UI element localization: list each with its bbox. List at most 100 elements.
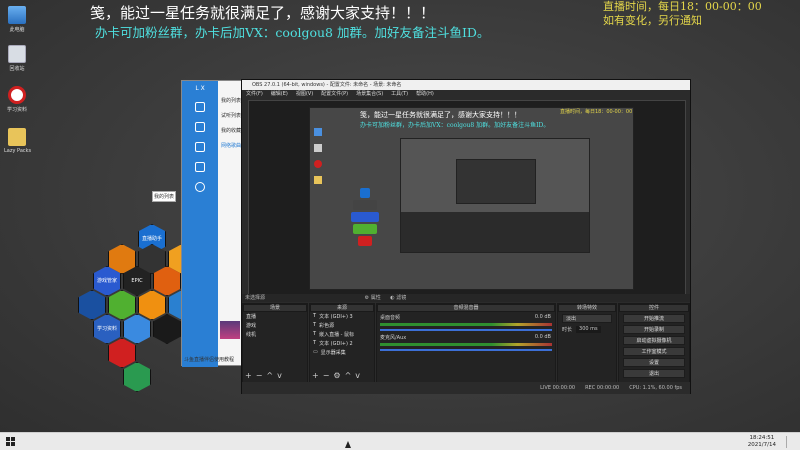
text-source-icon: T bbox=[313, 322, 317, 328]
desktop-icon-study[interactable]: 学习资料 bbox=[4, 86, 30, 113]
desktop-icon-label: 学习资料 bbox=[6, 107, 27, 113]
transition-duration: 时长 300 ms bbox=[558, 325, 616, 334]
list-item[interactable]: 试听列表 bbox=[218, 108, 242, 123]
menu-item-scene-collection[interactable]: 场景集合(S) bbox=[356, 90, 383, 99]
volume-slider[interactable] bbox=[380, 349, 552, 351]
source-item[interactable]: T 彩色源 bbox=[310, 321, 374, 330]
channel-level: 0.0 dB bbox=[534, 314, 551, 320]
heart-icon[interactable] bbox=[195, 162, 205, 172]
album-cover bbox=[220, 321, 240, 339]
show-desktop-button[interactable] bbox=[786, 436, 796, 448]
channel-name: 麦克风/Aux bbox=[380, 335, 407, 341]
text-source-icon: T bbox=[313, 331, 317, 337]
dock-app-icon[interactable] bbox=[123, 362, 151, 392]
dock-app-label: 学习资料 bbox=[96, 326, 117, 332]
nested-preview-capture: 笺，能过一星任务就很满足了，感谢大家支持！！！ 办卡可加粉丝群，办卡后加VX：c… bbox=[309, 107, 634, 290]
chart-icon[interactable] bbox=[195, 142, 205, 152]
filters-button[interactable]: ◐ 滤镜 bbox=[390, 295, 406, 301]
obs-title-bar: OBS 27.0.1 (64-bit, windows) - 配置文件: 未命名… bbox=[242, 80, 690, 90]
exit-button[interactable]: 退出 bbox=[623, 369, 685, 378]
rec-status: REC 00:00:00 bbox=[585, 385, 620, 391]
menu-item-view[interactable]: 视图(V) bbox=[296, 90, 313, 99]
nested-docks bbox=[401, 212, 589, 252]
overlay-schedule: 直播时间，每日18：00-00：00 如有变化，另行通知 bbox=[603, 0, 762, 28]
list-item[interactable]: 我的列表 bbox=[218, 93, 242, 108]
scene-item[interactable]: 直播 bbox=[243, 312, 307, 321]
taskbar-clock[interactable]: 18:24:51 2021/7/14 bbox=[748, 435, 776, 449]
source-item[interactable]: T 文本 (GDI+) 2 bbox=[310, 339, 374, 348]
overlay-thanks-text: 笺，能过一星任务就很满足了，感谢大家支持！！！ bbox=[90, 4, 436, 22]
source-item[interactable]: T 文本 (GDI+) 3 bbox=[310, 312, 374, 321]
sources-toolbar[interactable]: +−⚙^v bbox=[312, 371, 364, 380]
menu-item-help[interactable]: 帮助(H) bbox=[416, 90, 434, 99]
text-source-icon: T bbox=[313, 340, 317, 346]
mixer-channel: 桌面音频 0.0 dB bbox=[377, 312, 555, 332]
volume-meter bbox=[380, 343, 552, 346]
windows-start-icon[interactable] bbox=[6, 437, 16, 447]
obs-window: OBS 27.0.1 (64-bit, windows) - 配置文件: 未命名… bbox=[241, 79, 691, 394]
desktop-icon-label: 回收站 bbox=[9, 66, 25, 72]
duration-input[interactable]: 300 ms bbox=[576, 326, 601, 333]
desktop-icon-lazy-packs[interactable]: Lazy Packs bbox=[4, 128, 32, 154]
virtual-camera-button[interactable]: 启动虚拟摄像机 bbox=[623, 336, 685, 345]
desktop-icon-recycle-bin[interactable]: 回收站 bbox=[4, 45, 30, 72]
menu-item-edit[interactable]: 编辑(E) bbox=[271, 90, 288, 99]
mixer-channel: 麦克风/Aux 0.0 dB bbox=[377, 332, 555, 352]
dock-app-icon[interactable] bbox=[153, 314, 181, 344]
start-recording-button[interactable]: 开始录制 bbox=[623, 325, 685, 334]
obs-status-bar: LIVE 00:00:00 REC 00:00:00 CPU: 1.1%, 60… bbox=[242, 382, 690, 394]
tooltip: 我的列表 bbox=[152, 191, 177, 202]
overlay-fan-group-text: 办卡可加粉丝群，办卡后加VX：coolgou8 加群。加好友备注斗鱼ID。 bbox=[95, 25, 490, 40]
nested-preview bbox=[456, 159, 536, 204]
obs-preview[interactable]: 笺，能过一星任务就很满足了，感谢大家支持！！！ 办卡可加粉丝群，办卡后加VX：c… bbox=[248, 100, 686, 296]
scene-item[interactable]: 游戏 bbox=[243, 321, 307, 330]
channel-level: 0.0 dB bbox=[534, 334, 551, 340]
obs-menu-bar: 文件(F) 编辑(E) 视图(V) 配置文件(P) 场景集合(S) 工具(T) … bbox=[242, 90, 690, 99]
transition-select[interactable]: 淡出 bbox=[562, 314, 612, 323]
menu-item-file[interactable]: 文件(F) bbox=[246, 90, 263, 99]
desktop: 此电脑 回收站 学习资料 Lazy Packs 笺，能过一星任务就很满足了，感谢… bbox=[0, 0, 800, 432]
obs-selection-bar: 未选择源 ⚙ 属性 ◐ 滤镜 bbox=[242, 294, 690, 302]
settings-button[interactable]: 设置 bbox=[623, 358, 685, 367]
scenes-dock: 场景 直播 游戏 线机 +−^v bbox=[242, 303, 308, 383]
transitions-dock-title: 转场特效 bbox=[558, 304, 616, 312]
duration-label: 时长 bbox=[562, 327, 573, 333]
desktop-icon-computer[interactable]: 此电脑 bbox=[4, 6, 30, 33]
nested-overlay-text: 办卡可加粉丝群，办卡后加VX：coolgou8 加群。加好友备注斗鱼ID。 bbox=[360, 122, 550, 129]
obs-docks: 未选择源 ⚙ 属性 ◐ 滤镜 场景 直播 游戏 线机 +−^v 来源 T 文本 (… bbox=[242, 294, 690, 394]
search-icon[interactable] bbox=[195, 102, 205, 112]
cpu-status: CPU: 1.1%, 60.00 fps bbox=[629, 385, 682, 391]
menu-item-tools[interactable]: 工具(T) bbox=[391, 90, 408, 99]
studio-mode-button[interactable]: 工作室模式 bbox=[623, 347, 685, 356]
source-item[interactable]: T 嵌入直播 - 鼠标 bbox=[310, 330, 374, 339]
nested-hex-dock bbox=[350, 188, 380, 258]
live-status: LIVE 00:00:00 bbox=[540, 385, 576, 391]
blocked-folder-icon bbox=[8, 86, 26, 104]
text-source-icon: T bbox=[313, 313, 317, 319]
scenes-dock-title: 场景 bbox=[243, 304, 307, 312]
sources-dock-title: 来源 bbox=[310, 304, 374, 312]
display-source-icon: ▭ bbox=[313, 349, 318, 355]
recycle-bin-icon bbox=[8, 45, 26, 63]
scenes-toolbar[interactable]: +−^v bbox=[245, 371, 286, 380]
audio-mixer-dock: 音频混音器 桌面音频 0.0 dB 麦克风/Aux 0.0 dB bbox=[376, 303, 556, 383]
scene-item[interactable]: 线机 bbox=[243, 330, 307, 339]
volume-slider[interactable] bbox=[380, 329, 552, 331]
music-note-icon[interactable] bbox=[195, 122, 205, 132]
list-item[interactable]: 网络歌曲 bbox=[218, 138, 242, 153]
computer-icon bbox=[8, 6, 26, 24]
desktop-icon-label: Lazy Packs bbox=[4, 148, 32, 154]
menu-item-profile[interactable]: 配置文件(P) bbox=[321, 90, 348, 99]
music-app-window[interactable]: L X 我的列表 试听列表 我的收藏 网络歌曲 我的列表 斗鱼直播伴侣使用教程 bbox=[152, 80, 243, 367]
list-item[interactable]: 我的收藏 bbox=[218, 123, 242, 138]
sources-dock: 来源 T 文本 (GDI+) 3 T 彩色源 T 嵌入直播 - 鼠标 T 文本 (GDI… bbox=[309, 303, 375, 383]
no-source-label: 未选择源 bbox=[245, 295, 266, 301]
mixer-dock-title: 音频混音器 bbox=[377, 304, 555, 312]
properties-button[interactable]: ⚙ 属性 bbox=[365, 295, 381, 301]
settings-icon[interactable] bbox=[195, 182, 205, 192]
nested-overlay-text: 笺，能过一星任务就很满足了，感谢大家支持！！！ bbox=[360, 111, 521, 119]
schedule-time: 直播时间，每日18：00-00：00 bbox=[603, 0, 762, 13]
music-app-footer: 斗鱼直播伴侣使用教程 bbox=[184, 357, 235, 363]
start-streaming-button[interactable]: 开始推流 bbox=[623, 314, 685, 323]
source-item[interactable]: ▭ 显示器采集 bbox=[310, 348, 374, 357]
